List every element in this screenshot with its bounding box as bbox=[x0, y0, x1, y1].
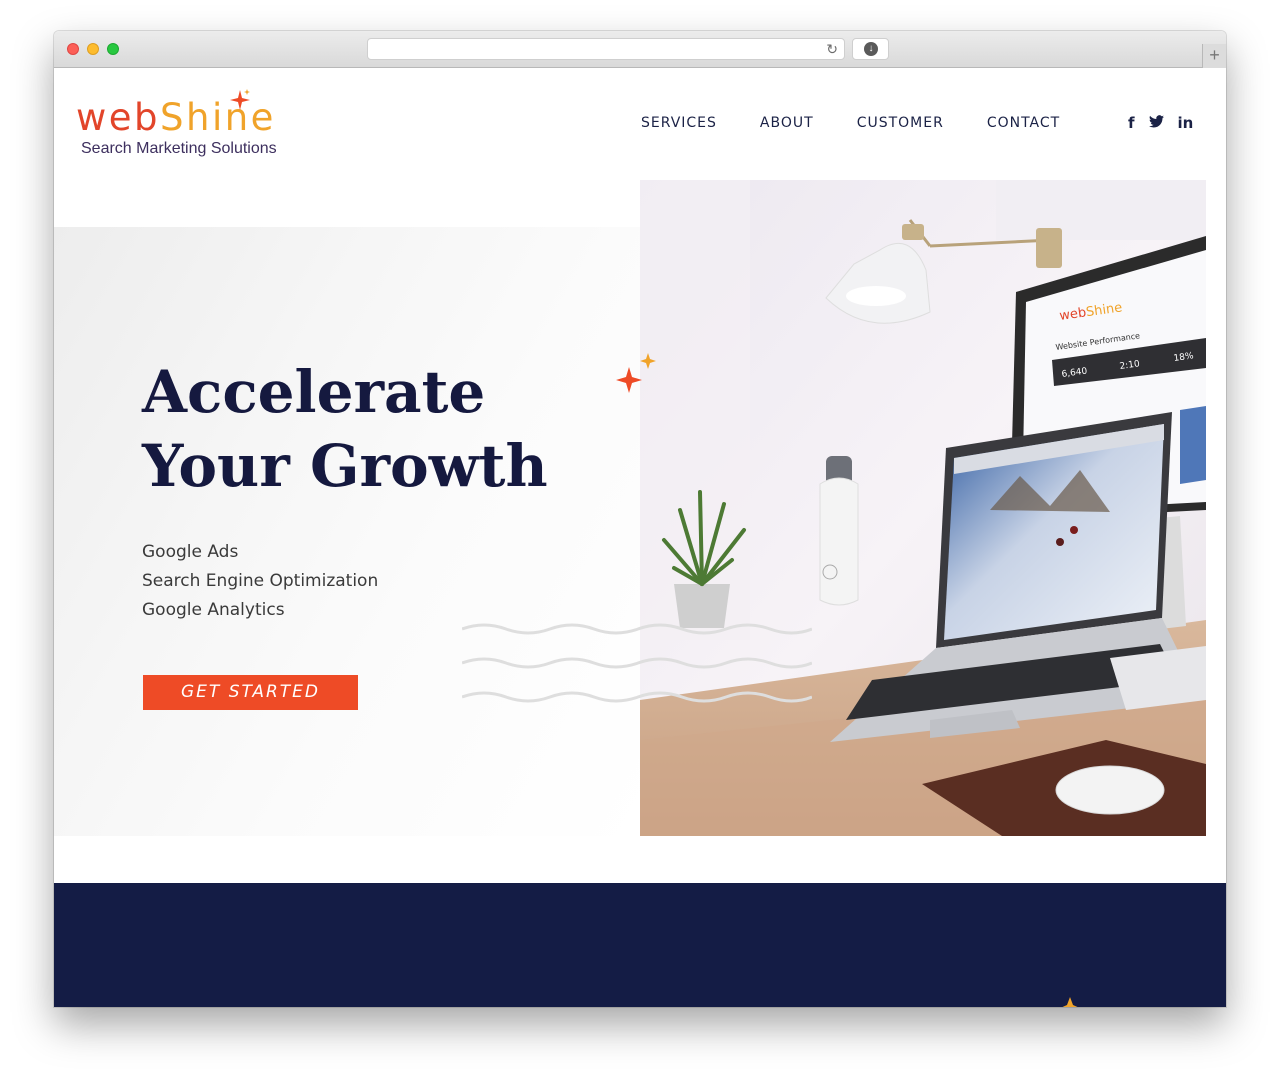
social-links: f in bbox=[1128, 114, 1207, 132]
hero-title: Accelerate Your Growth bbox=[142, 355, 562, 503]
download-icon: ↓ bbox=[864, 42, 878, 56]
logo-tagline: Search Marketing Solutions bbox=[81, 140, 277, 157]
downloads-button[interactable]: ↓ bbox=[852, 38, 889, 60]
hero-photo: webShine Website Performance 6,640 2:10 … bbox=[640, 180, 1206, 836]
main-nav: SERVICES ABOUT CUSTOMER CONTACT bbox=[641, 115, 1103, 131]
logo-shine-text: Shine bbox=[160, 96, 276, 139]
page-content: webShine Search Marketing Solutions SERV… bbox=[54, 68, 1226, 1007]
address-bar[interactable]: ↻ bbox=[367, 38, 845, 60]
services-list: Google Ads Search Engine Optimization Go… bbox=[142, 538, 378, 625]
next-section-band bbox=[54, 883, 1226, 1007]
site-logo[interactable]: webShine Search Marketing Solutions bbox=[76, 88, 316, 168]
hero-title-line-2: Your Growth bbox=[142, 432, 548, 500]
browser-titlebar: ↻ ↓ + bbox=[54, 31, 1226, 68]
maximize-window-button[interactable] bbox=[107, 43, 119, 55]
get-started-button[interactable]: GET STARTED bbox=[143, 675, 358, 710]
hero-photo-illustration: webShine Website Performance 6,640 2:10 … bbox=[640, 180, 1206, 836]
linkedin-icon[interactable]: in bbox=[1178, 114, 1194, 132]
facebook-icon[interactable]: f bbox=[1128, 114, 1135, 132]
nav-customer[interactable]: CUSTOMER bbox=[857, 115, 944, 131]
nav-services[interactable]: SERVICES bbox=[641, 115, 717, 131]
service-google-analytics: Google Analytics bbox=[142, 600, 285, 620]
new-tab-button[interactable]: + bbox=[1202, 44, 1226, 68]
service-seo: Search Engine Optimization bbox=[142, 571, 379, 591]
nav-contact[interactable]: CONTACT bbox=[987, 115, 1060, 131]
band-sparkle-icon bbox=[1062, 997, 1078, 1007]
close-window-button[interactable] bbox=[67, 43, 79, 55]
nav-about[interactable]: ABOUT bbox=[760, 115, 814, 131]
hero-title-line-1: Accelerate bbox=[142, 358, 486, 426]
browser-window: ↻ ↓ + webShine Search Marketing Solution… bbox=[54, 31, 1226, 1007]
minimize-window-button[interactable] bbox=[87, 43, 99, 55]
reload-icon[interactable]: ↻ bbox=[826, 41, 838, 57]
decorative-waves bbox=[462, 623, 812, 703]
twitter-icon[interactable] bbox=[1148, 114, 1164, 132]
hero-background bbox=[54, 227, 640, 836]
service-google-ads: Google Ads bbox=[142, 542, 239, 562]
sparkle-icon bbox=[616, 353, 656, 393]
logo-sparkle-icon bbox=[230, 89, 250, 110]
logo-web-text: web bbox=[76, 96, 161, 139]
